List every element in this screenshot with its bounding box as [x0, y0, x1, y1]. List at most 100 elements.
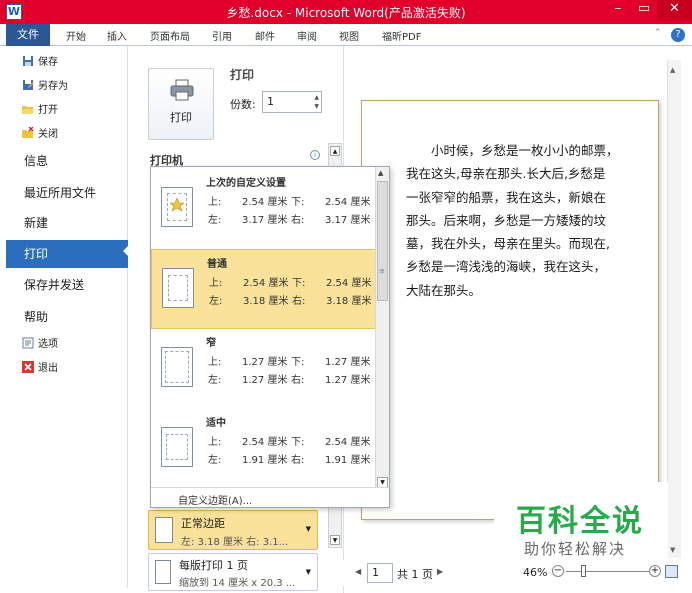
backstage-new[interactable]: 新建 [6, 212, 128, 234]
minimize-button[interactable]: – [605, 0, 631, 20]
next-page-icon[interactable]: ▶ [437, 567, 443, 576]
backstage-close[interactable]: 关闭 [6, 124, 128, 146]
backstage-open-label: 打开 [38, 105, 58, 116]
backstage-open[interactable]: 打开 [6, 100, 128, 122]
preview-page: 小时候，乡愁是一枚小小的邮票， 我在这头,母亲在那头.长大后,乡愁是 一张窄窄的… [361, 100, 659, 520]
tab-home[interactable]: 开始 [66, 28, 86, 43]
print-button[interactable]: 打印 [148, 68, 214, 140]
backstage-save[interactable]: 保存 [6, 52, 128, 74]
margin-option-title: 窄 [206, 338, 216, 349]
backstage-exit-label: 退出 [38, 363, 58, 374]
custom-margins-label: 自定义边距(A)... [178, 496, 253, 507]
label-bottom: 下: [291, 197, 305, 208]
tab-view[interactable]: 视图 [339, 28, 359, 43]
info-icon[interactable]: i [310, 150, 320, 160]
scroll-up-icon[interactable]: ▲ [378, 169, 383, 177]
tab-page-layout[interactable]: 页面布局 [150, 28, 190, 43]
dropdown-scrollbar[interactable]: ▲ ≡ ▼ [375, 167, 389, 489]
collapse-ribbon-icon[interactable]: ⌃ [654, 28, 662, 38]
label-top: 上: [208, 357, 222, 368]
pages-per-sheet-icon [155, 560, 171, 584]
label-right: 右: [291, 215, 305, 226]
backstage-help[interactable]: 帮助 [6, 306, 128, 328]
scroll-down-icon[interactable]: ▼ [670, 546, 675, 554]
value-top: 2.54 厘米 [242, 197, 288, 208]
margins-selector[interactable]: 正常边距 左: 3.18 厘米 右: 3.1... ▼ [148, 510, 318, 550]
margin-option-moderate[interactable]: 适中 上: 2.54 厘米 下: 2.54 厘米 左: 1.91 厘米 右: 1… [151, 409, 376, 489]
value-right: 3.17 厘米 [325, 215, 371, 226]
value-top: 1.27 厘米 [242, 357, 288, 368]
zoom-level: 46% [523, 566, 548, 579]
scroll-up-icon[interactable]: ▲ [670, 66, 675, 74]
save-as-icon [23, 80, 34, 90]
pages-per-sheet-selector[interactable]: 每版打印 1 页 缩放到 14 厘米 x 20.3 ... ▼ [148, 553, 318, 591]
tab-insert[interactable]: 插入 [107, 28, 127, 43]
label-left: 左: [208, 215, 222, 226]
copies-stepper[interactable]: 1 ▲ ▼ [262, 91, 322, 113]
backstage-info[interactable]: 信息 [6, 150, 128, 172]
value-left: 1.27 厘米 [242, 375, 288, 386]
tab-review[interactable]: 审阅 [297, 28, 317, 43]
page-total: 共 1 页 [397, 568, 433, 581]
zoom-to-page-icon[interactable] [665, 565, 678, 578]
backstage-save-as[interactable]: 另存为 [6, 76, 128, 98]
narrow-page-icon [161, 347, 193, 387]
close-button[interactable]: ✕ [657, 0, 692, 20]
label-bottom: 下: [291, 357, 305, 368]
backstage-recent[interactable]: 最近所用文件 [6, 182, 128, 204]
backstage-save-as-label: 另存为 [38, 81, 68, 92]
printer-icon [170, 79, 194, 101]
tab-references[interactable]: 引用 [212, 28, 232, 43]
label-left: 左: [209, 296, 223, 307]
zoom-out-icon[interactable]: − [552, 565, 564, 577]
prev-page-icon[interactable]: ◀ [355, 567, 361, 576]
tab-foxit-pdf[interactable]: 福昕PDF [382, 28, 421, 43]
backstage-save-and-send[interactable]: 保存并发送 [6, 274, 128, 296]
backstage-options[interactable]: 选项 [6, 334, 128, 356]
moderate-page-icon [161, 427, 193, 467]
label-top: 上: [208, 437, 222, 448]
zoom-slider-thumb[interactable] [581, 565, 586, 577]
label-bottom: 下: [291, 437, 305, 448]
margin-option-narrow[interactable]: 窄 上: 1.27 厘米 下: 1.27 厘米 左: 1.27 厘米 右: 1.… [151, 329, 376, 409]
margins-selector-detail: 左: 3.18 厘米 右: 3.1... [181, 537, 289, 548]
value-left: 3.17 厘米 [242, 215, 288, 226]
label-left: 左: [208, 375, 222, 386]
preview-scrollbar[interactable]: ▲ ▼ [667, 60, 681, 558]
window-title: 乡愁.docx - Microsoft Word(产品激活失败) [226, 6, 466, 20]
watermark-subtitle: 助你轻松解决 [524, 540, 627, 558]
maximize-button[interactable]: ▭ [631, 0, 657, 20]
chevron-down-icon: ▼ [305, 525, 311, 533]
backstage-print[interactable]: 打印 [6, 240, 129, 268]
pages-per-sheet-detail: 缩放到 14 厘米 x 20.3 ... [179, 578, 296, 589]
pages-per-sheet-name: 每版打印 1 页 [179, 559, 248, 572]
scroll-down-icon[interactable]: ▼ [330, 535, 340, 545]
scroll-thumb[interactable] [377, 181, 388, 301]
label-left: 左: [208, 455, 222, 466]
backstage-exit[interactable]: 退出 [6, 358, 128, 380]
tab-file[interactable]: 文件 [6, 24, 50, 46]
watermark-title: 百科全说 [516, 504, 644, 539]
scroll-up-icon[interactable]: ▲ [330, 146, 340, 156]
custom-margins-item[interactable]: 自定义边距(A)... [151, 487, 389, 507]
backstage-nav: 保存 另存为 打开 关闭 信息 最近所用文件 新建 打印 保存并发送 帮助 选项… [6, 46, 129, 588]
zoom-in-icon[interactable]: + [649, 565, 661, 577]
zoom-slider[interactable] [566, 571, 650, 572]
help-icon[interactable]: ? [671, 28, 685, 42]
tab-mailings[interactable]: 邮件 [255, 28, 275, 43]
print-button-label: 打印 [170, 111, 192, 124]
spin-arrows-icon[interactable]: ▲ ▼ [314, 93, 319, 111]
label-right: 右: [291, 375, 305, 386]
ribbon-tabs: 文件 开始 插入 页面布局 引用 邮件 审阅 视图 福昕PDF ⌃ ? [0, 24, 692, 46]
current-page-input[interactable]: 1 [367, 563, 393, 583]
margins-selector-name: 正常边距 [181, 517, 225, 530]
margin-option-normal[interactable]: 普通 上: 2.54 厘米 下: 2.54 厘米 左: 3.18 厘米 右: 3… [151, 249, 376, 329]
margin-option-last-custom[interactable]: 上次的自定义设置 上: 2.54 厘米 下: 2.54 厘米 左: 3.17 厘… [151, 169, 376, 249]
value-right: 3.18 厘米 [326, 296, 372, 307]
preview-status-bar: ◀ 1 共 1 页 ▶ 46% − + [343, 560, 692, 586]
print-heading: 打印 [230, 68, 255, 82]
normal-page-icon [162, 268, 194, 308]
margin-option-title: 上次的自定义设置 [206, 178, 286, 189]
exit-icon [22, 361, 34, 373]
value-left: 3.18 厘米 [243, 296, 289, 307]
